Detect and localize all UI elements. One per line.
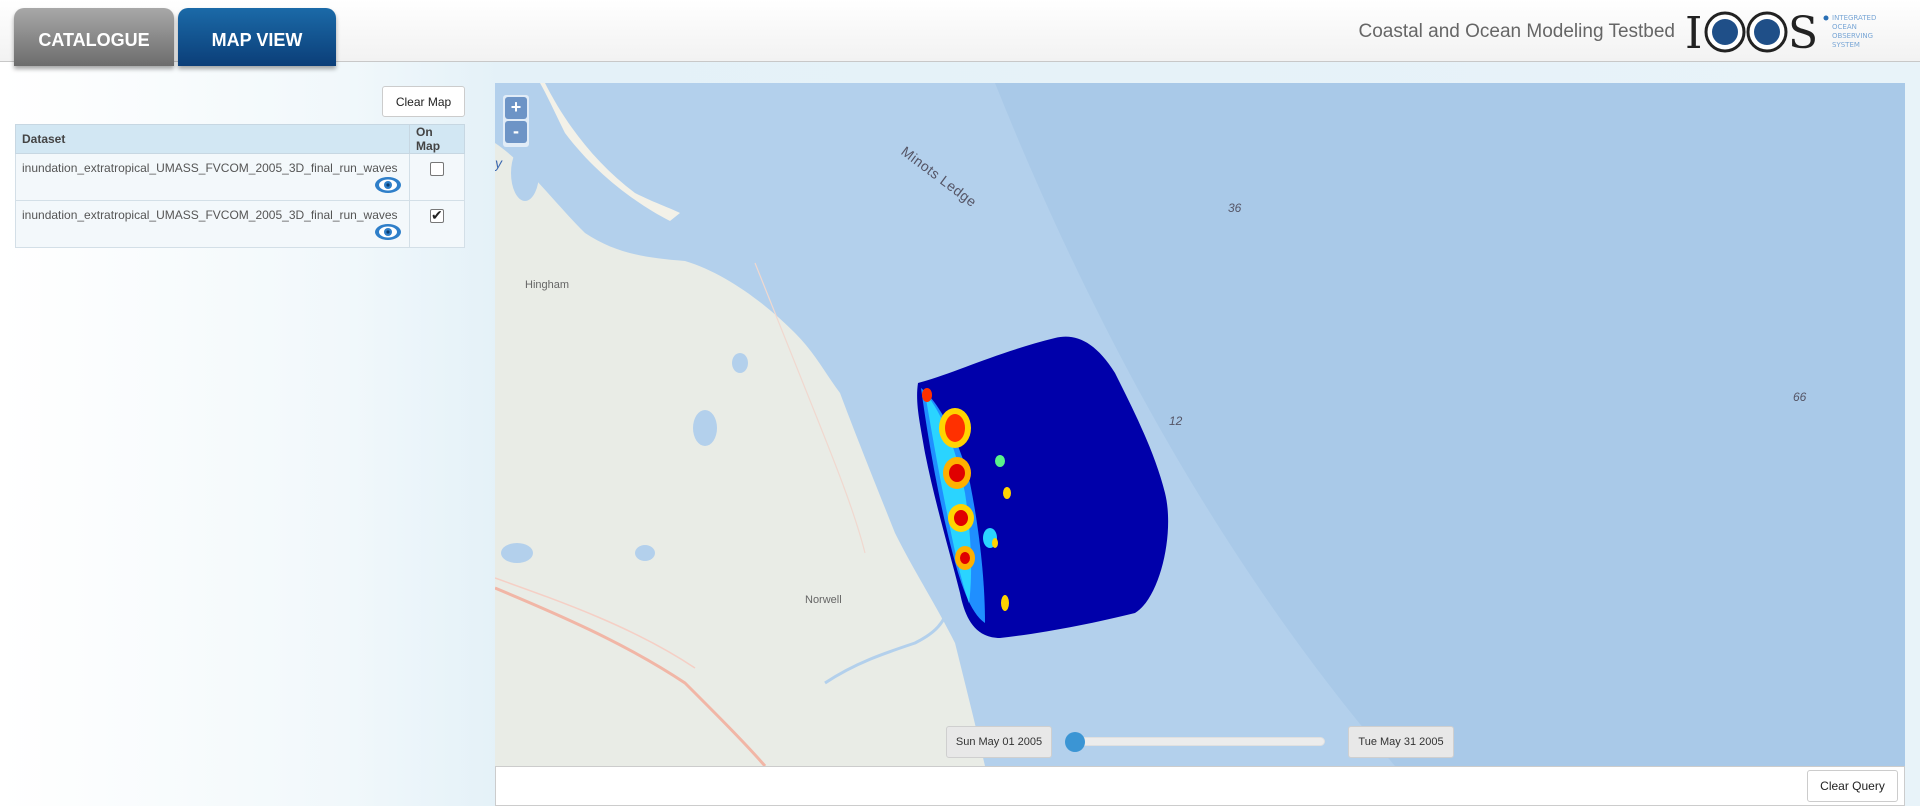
tab-catalogue[interactable]: CATALOGUE [14,8,174,66]
dataset-table: Dataset On Map inundation_extratropical_… [14,124,465,248]
column-header-on-map: On Map [409,124,465,154]
svg-text:OBSERVING: OBSERVING [1832,32,1873,40]
dataset-name: inundation_extratropical_UMASS_FVCOM_200… [22,208,398,222]
zoom-control: + - [503,95,529,147]
header-bar: CATALOGUE MAP VIEW Coastal and Ocean Mod… [0,0,1920,66]
clear-map-button[interactable]: Clear Map [382,86,465,117]
ioos-logo: I S INTEGRATED OCEAN OBSERVING SYSTEM [1685,8,1876,54]
table-row: inundation_extratropical_UMASS_FVCOM_200… [14,200,465,248]
clear-query-button[interactable]: Clear Query [1807,770,1898,802]
time-end-label: Tue May 31 2005 [1348,726,1454,758]
edge-label: y [495,155,502,171]
depth-label: 66 [1793,390,1807,404]
zoom-out-button[interactable]: - [505,121,527,143]
place-label-norwell: Norwell [805,594,842,606]
logo-letter-i: I [1685,8,1702,54]
place-label-hingham: Hingham [525,279,570,291]
zoom-in-button[interactable]: + [505,97,527,119]
on-map-checkbox[interactable] [430,162,445,176]
svg-text:OCEAN: OCEAN [1832,23,1857,31]
dataset-name: inundation_extratropical_UMASS_FVCOM_200… [22,161,398,175]
depth-label: 36 [1228,201,1242,215]
svg-text:S: S [1788,8,1818,54]
svg-text:INTEGRATED: INTEGRATED [1832,14,1876,22]
svg-text:SYSTEM: SYSTEM [1832,41,1860,49]
eye-icon[interactable] [374,176,402,194]
table-row: inundation_extratropical_UMASS_FVCOM_200… [14,153,465,201]
depth-label: 12 [1169,414,1183,428]
map-footer-bar [495,766,1905,806]
map-canvas [495,83,1905,766]
column-header-dataset: Dataset [14,124,411,154]
on-map-checkbox[interactable] [430,207,445,224]
app-title: Coastal and Ocean Modeling Testbed [1358,21,1675,42]
time-slider-track[interactable] [1070,737,1325,746]
time-slider-handle[interactable] [1065,732,1085,752]
tab-map-view[interactable]: MAP VIEW [178,8,336,66]
time-start-label: Sun May 01 2005 [946,726,1052,758]
map-view[interactable]: + - Hingham Norwell Minots Ledge 36 12 6… [495,83,1905,766]
eye-icon[interactable] [374,223,402,241]
